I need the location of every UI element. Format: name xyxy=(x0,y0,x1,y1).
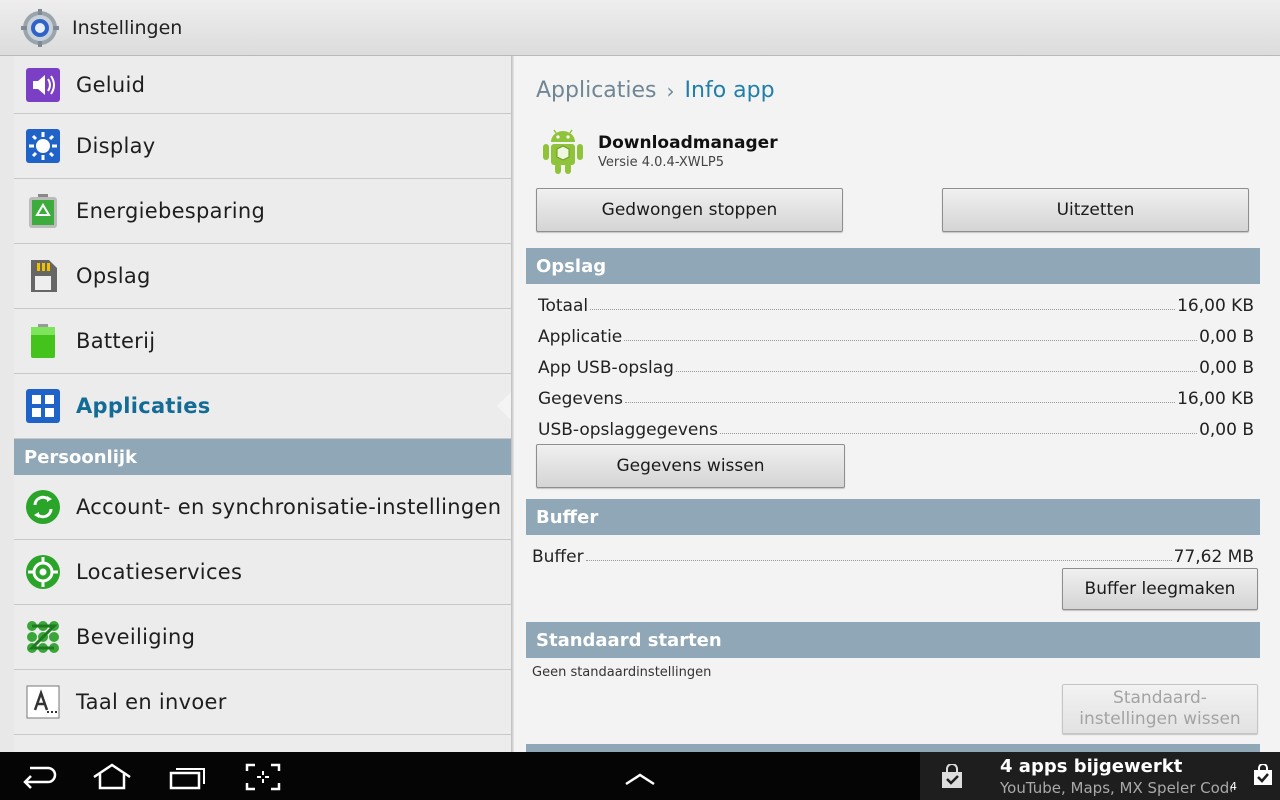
screenshot-icon[interactable] xyxy=(244,762,282,792)
storage-row-label: App USB-opslag xyxy=(538,358,674,378)
sidebar-item-account-sync[interactable]: Account- en synchronisatie-instellingen xyxy=(14,475,512,540)
apps-icon xyxy=(24,387,62,425)
sidebar-item-locatieservices[interactable]: Locatieservices xyxy=(14,540,512,605)
update-check-icon xyxy=(1252,763,1274,790)
security-icon xyxy=(24,618,62,656)
disable-button[interactable]: Uitzetten xyxy=(942,188,1249,232)
sound-icon xyxy=(24,66,62,104)
app-info-pane: Applicaties › Info app Downloadmanager V… xyxy=(514,56,1280,752)
sidebar-item-label: Geluid xyxy=(76,72,146,97)
app-name: Downloadmanager xyxy=(598,132,778,153)
cache-value: 77,62 MB xyxy=(1173,547,1254,567)
breadcrumb-parent[interactable]: Applicaties xyxy=(536,78,657,103)
notification-title: 4 apps bijgewerkt xyxy=(1000,756,1183,777)
storage-row-value: 16,00 KB xyxy=(1177,389,1254,409)
storage-row-gegevens: Gegevens 16,00 KB xyxy=(538,383,1254,409)
power-saving-icon xyxy=(24,192,62,230)
storage-row-totaal: Totaal 16,00 KB xyxy=(538,290,1254,316)
display-icon xyxy=(24,127,62,165)
title-bar: Instellingen xyxy=(0,0,1280,56)
location-icon xyxy=(24,553,62,591)
sidebar-item-energiebesparing[interactable]: Energiebesparing xyxy=(14,179,512,244)
shopping-bag-icon xyxy=(938,763,966,794)
sidebar-item-label: Account- en synchronisatie-instellingen xyxy=(76,495,502,519)
notification-count: 4 xyxy=(1230,780,1237,793)
sidebar-item-label: Applicaties xyxy=(76,394,211,418)
sync-icon xyxy=(24,488,62,526)
storage-row-value: 0,00 B xyxy=(1199,358,1254,378)
sidebar-item-label: Taal en invoer xyxy=(76,690,227,714)
sidebar-item-taal-invoer[interactable]: Taal en invoer xyxy=(14,670,512,735)
settings-sidebar: Geluid Display Energiebesparing Opslag B… xyxy=(14,56,512,752)
cache-row: Buffer 77,62 MB xyxy=(532,541,1254,567)
home-icon[interactable] xyxy=(90,762,134,792)
clear-defaults-label-line2: instellingen wissen xyxy=(1079,709,1241,729)
recent-apps-icon[interactable] xyxy=(168,762,208,792)
section-header-persoonlijk: Persoonlijk xyxy=(14,439,512,475)
battery-icon xyxy=(24,322,62,360)
storage-row-label: Totaal xyxy=(538,296,589,316)
next-section-header xyxy=(526,744,1260,752)
clear-cache-button[interactable]: Buffer leegmaken xyxy=(1062,568,1258,610)
section-header-opslag: Opslag xyxy=(526,248,1260,284)
clear-defaults-button: Standaard- instellingen wissen xyxy=(1062,684,1258,734)
section-header-buffer: Buffer xyxy=(526,499,1260,535)
chevron-right-icon: › xyxy=(666,78,675,103)
sidebar-item-label: Energiebesparing xyxy=(76,199,266,223)
sidebar-item-batterij[interactable]: Batterij xyxy=(14,309,512,374)
app-title: Instellingen xyxy=(72,16,183,39)
clear-defaults-label-line1: Standaard- xyxy=(1113,688,1207,708)
sidebar-item-label: Locatieservices xyxy=(76,560,243,584)
sidebar-item-label: Batterij xyxy=(76,329,156,353)
chevron-up-icon[interactable] xyxy=(622,762,658,792)
selection-indicator xyxy=(497,390,512,422)
storage-row-label: Applicatie xyxy=(538,327,623,347)
app-header: Downloadmanager Versie 4.0.4-XWLP5 xyxy=(540,126,778,176)
section-header-standaard-starten: Standaard starten xyxy=(526,622,1260,658)
storage-icon xyxy=(24,257,62,295)
storage-row-app-usb: App USB-opslag 0,00 B xyxy=(538,352,1254,378)
storage-row-value: 16,00 KB xyxy=(1177,296,1254,316)
storage-row-label: Gegevens xyxy=(538,389,624,409)
settings-gear-icon[interactable] xyxy=(20,8,60,48)
sidebar-item-applicaties[interactable]: Applicaties xyxy=(14,374,512,439)
notification-subtitle: YouTube, Maps, MX Speler Codec xyxy=(1000,779,1232,797)
storage-row-applicatie: Applicatie 0,00 B xyxy=(538,321,1254,347)
sidebar-item-opslag[interactable]: Opslag xyxy=(14,244,512,309)
sidebar-item-geluid[interactable]: Geluid xyxy=(14,56,512,114)
force-stop-button[interactable]: Gedwongen stoppen xyxy=(536,188,843,232)
sidebar-item-label: Opslag xyxy=(76,264,151,288)
sidebar-item-beveiliging[interactable]: Beveiliging xyxy=(14,605,512,670)
storage-row-value: 0,00 B xyxy=(1199,420,1254,440)
breadcrumb: Applicaties › Info app xyxy=(536,78,775,103)
cache-label: Buffer xyxy=(532,547,584,567)
storage-row-usb-gegevens: USB-opslaggegevens 0,00 B xyxy=(538,414,1254,440)
back-icon[interactable] xyxy=(20,762,58,792)
sidebar-item-display[interactable]: Display xyxy=(14,114,512,179)
sidebar-item-label: Display xyxy=(76,134,156,158)
app-version: Versie 4.0.4-XWLP5 xyxy=(598,154,724,170)
notification-area[interactable]: 4 apps bijgewerkt YouTube, Maps, MX Spel… xyxy=(920,752,1280,800)
no-defaults-note: Geen standaardinstellingen xyxy=(532,665,712,680)
sidebar-item-label: Beveiliging xyxy=(76,625,196,649)
storage-row-value: 0,00 B xyxy=(1199,327,1254,347)
clear-data-button[interactable]: Gegevens wissen xyxy=(536,444,845,488)
breadcrumb-current: Info app xyxy=(684,78,775,103)
language-icon xyxy=(24,683,62,721)
android-icon xyxy=(540,126,586,176)
storage-row-label: USB-opslaggegevens xyxy=(538,420,718,440)
